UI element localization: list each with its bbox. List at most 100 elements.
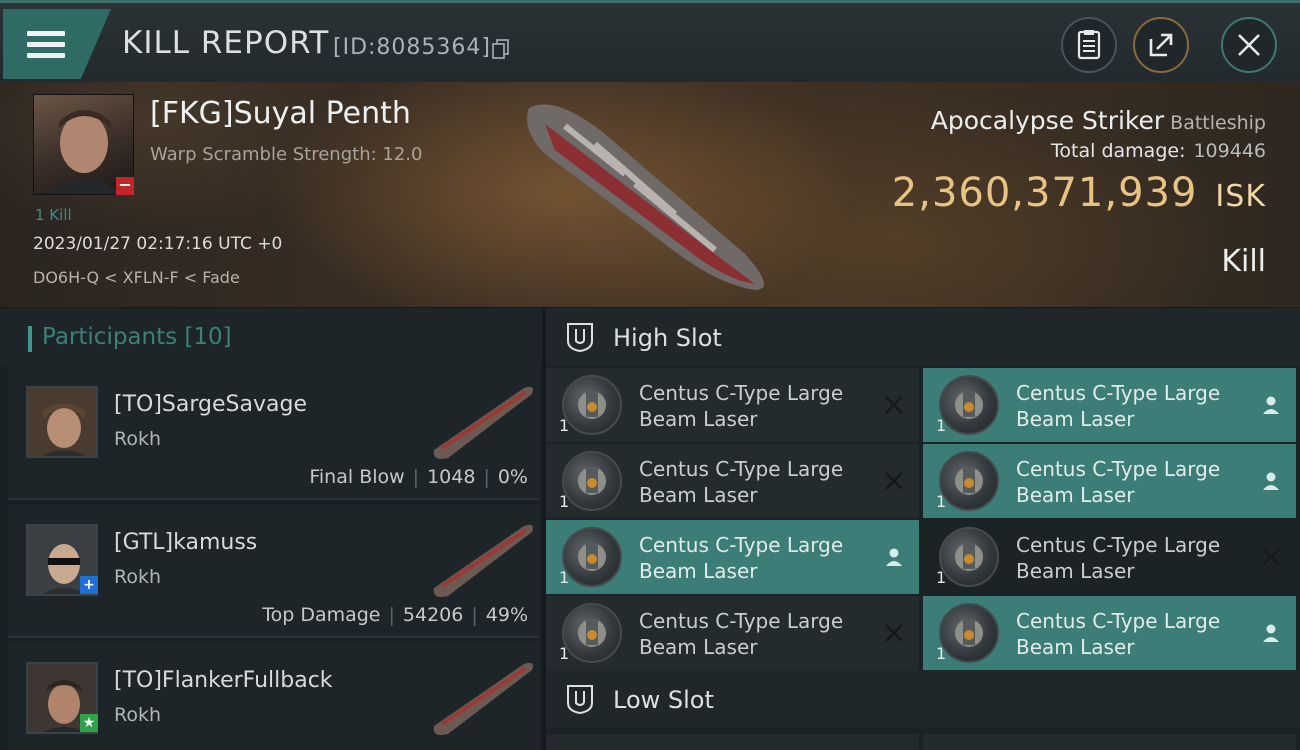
dropped-person-icon (1263, 396, 1279, 414)
damage-label: Total damage: (1051, 140, 1186, 162)
participants-header: Participants [10] (0, 308, 542, 366)
participant-row[interactable]: ★ [TO]FlankerFullback Rokh (8, 642, 540, 750)
item-quantity: 1 (936, 416, 947, 435)
isk-unit: ISK (1215, 179, 1266, 214)
item-quantity: 1 (559, 644, 570, 663)
participants-panel: Participants [10] [TO]SargeSavage Rokh F… (0, 308, 542, 750)
damage-value: 109446 (1193, 140, 1266, 162)
destroyed-x-icon (885, 472, 903, 490)
beam-laser-icon (939, 527, 999, 587)
module-item[interactable]: 1 Centus C-Type Large Beam Laser (923, 444, 1296, 518)
participant-damage: 1048 (427, 466, 476, 488)
result-label: Kill (1221, 244, 1266, 279)
low-slot-item-partial[interactable] (546, 734, 919, 750)
header-bar: KILL REPORT [ID:8085364] (0, 0, 1300, 82)
item-name: Centus C-Type Large Beam Laser (1016, 381, 1221, 431)
report-id: [ID:8085364] (333, 35, 491, 60)
dropped-person-icon (886, 548, 902, 566)
participant-row[interactable]: + [GTL]kamuss Rokh Top Damage | 54206 | 49% (8, 504, 540, 638)
dropped-person-icon (1263, 624, 1279, 642)
participant-avatar (26, 386, 98, 458)
high-slot-header: High Slot (546, 308, 1300, 366)
beam-laser-icon (939, 603, 999, 663)
beam-laser-icon (562, 527, 622, 587)
participant-damage: 54206 (402, 604, 464, 626)
total-damage: Total damage: 109446 (1051, 140, 1266, 162)
low-slot-title: Low Slot (613, 686, 714, 714)
victim-name[interactable]: [FKG]Suyal Penth (150, 96, 411, 131)
share-icon (1149, 33, 1173, 57)
beam-laser-icon (562, 375, 622, 435)
low-slot-item-partial[interactable] (923, 734, 1296, 750)
kill-count: 1 Kill (35, 206, 72, 224)
item-name: Centus C-Type Large Beam Laser (639, 457, 844, 507)
item-quantity: 1 (559, 416, 570, 435)
participant-ship: Rokh (114, 428, 162, 450)
destroyed-x-icon (1262, 548, 1280, 566)
kill-location[interactable]: DO6H-Q < XFLN-F < Fade (33, 268, 240, 287)
participant-ship-image (433, 524, 533, 597)
participant-stats: Top Damage | 54206 | 49% (262, 604, 528, 626)
high-slot-icon (567, 323, 593, 353)
participant-ship: Rokh (114, 566, 162, 588)
item-quantity: 1 (936, 492, 947, 511)
participant-tag: Top Damage (262, 604, 381, 626)
participant-ship-image (433, 662, 533, 735)
destroyed-x-icon (885, 396, 903, 414)
item-name: Centus C-Type Large Beam Laser (1016, 457, 1221, 507)
share-button[interactable] (1133, 17, 1189, 73)
victim-ship-image (527, 104, 764, 291)
close-icon (1238, 34, 1260, 56)
item-name: Centus C-Type Large Beam Laser (639, 609, 844, 659)
module-item[interactable]: 1 Centus C-Type Large Beam Laser (546, 444, 919, 518)
kill-timestamp: 2023/01/27 02:17:16 UTC +0 (33, 234, 283, 254)
participant-row[interactable]: [TO]SargeSavage Rokh Final Blow | 1048 | 0% (8, 366, 540, 500)
section-accent-bar (28, 326, 32, 352)
module-item[interactable]: 1 Centus C-Type Large Beam Laser (546, 368, 919, 442)
participants-title: Participants [10] (42, 324, 232, 350)
participant-percent: 49% (485, 604, 528, 626)
beam-laser-icon (939, 375, 999, 435)
ship-name-text: Apocalypse Striker (930, 106, 1165, 135)
close-button[interactable] (1221, 17, 1277, 73)
low-slot-header: Low Slot (546, 670, 1300, 728)
clipboard-icon (1077, 30, 1101, 60)
dropped-person-icon (1263, 472, 1279, 490)
module-item[interactable]: 1 Centus C-Type Large Beam Laser (923, 596, 1296, 670)
menu-button[interactable] (3, 9, 111, 79)
module-item[interactable]: 1 Centus C-Type Large Beam Laser (923, 520, 1296, 594)
participant-percent: 0% (497, 466, 528, 488)
item-name: Centus C-Type Large Beam Laser (1016, 609, 1221, 659)
fitting-panel: High Slot 1 Centus C-Type Large Beam Lase… (546, 308, 1300, 750)
participant-badge: + (80, 576, 98, 594)
beam-laser-icon (562, 451, 622, 511)
item-quantity: 1 (936, 644, 947, 663)
module-item[interactable]: 1 Centus C-Type Large Beam Laser (546, 520, 919, 594)
victim-ship-name[interactable]: Apocalypse Striker Battleship (931, 106, 1266, 135)
item-quantity: 1 (936, 568, 947, 587)
low-slot-icon (567, 685, 593, 715)
copy-icon[interactable] (492, 39, 510, 59)
isk-value: 2,360,371,939 ISK (892, 170, 1266, 216)
participants-label: Participants (42, 324, 178, 350)
item-quantity: 1 (559, 492, 570, 511)
participant-name: [GTL]kamuss (114, 530, 258, 555)
participant-stats: Final Blow | 1048 | 0% (309, 466, 528, 488)
high-slot-title: High Slot (613, 324, 722, 352)
beam-laser-icon (939, 451, 999, 511)
participant-name: [TO]SargeSavage (114, 392, 307, 417)
item-quantity: 1 (559, 568, 570, 587)
victim-subtitle: Warp Scramble Strength: 12.0 (150, 144, 423, 165)
clipboard-button[interactable] (1061, 17, 1117, 73)
module-item[interactable]: 1 Centus C-Type Large Beam Laser (546, 596, 919, 670)
participant-badge: ★ (80, 714, 98, 732)
participant-ship: Rokh (114, 704, 162, 726)
participant-name: [TO]FlankerFullback (114, 668, 333, 693)
participant-ship-image (433, 386, 533, 459)
module-item[interactable]: 1 Centus C-Type Large Beam Laser (923, 368, 1296, 442)
page-title: KILL REPORT (122, 25, 330, 61)
item-name: Centus C-Type Large Beam Laser (1016, 533, 1221, 583)
menu-icon (27, 25, 65, 64)
participants-count: [10] (184, 324, 232, 350)
beam-laser-icon (562, 603, 622, 663)
